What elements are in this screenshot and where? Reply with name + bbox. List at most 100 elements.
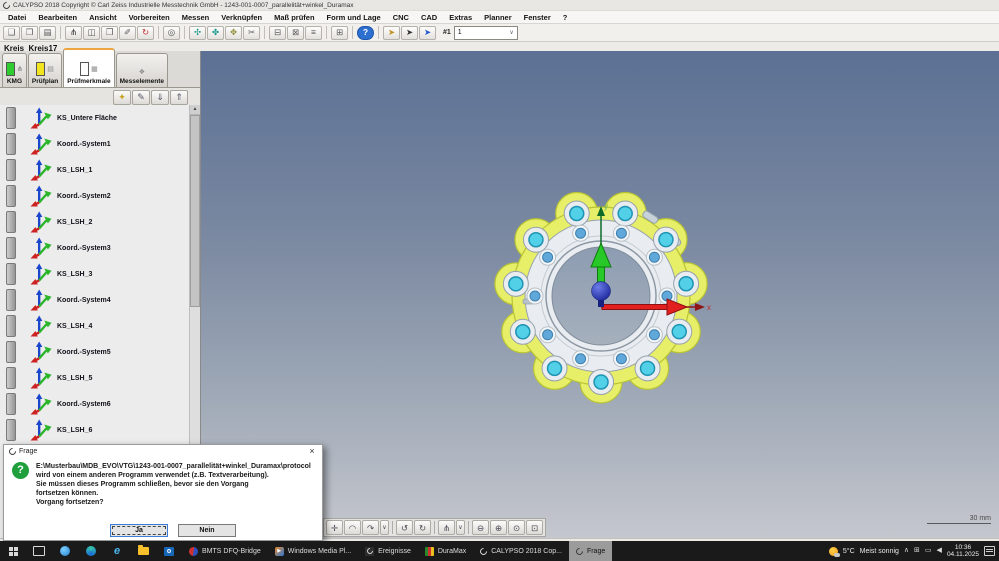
scroll-up-icon[interactable]: ▲ [190, 105, 200, 115]
weather-icon[interactable] [829, 547, 838, 556]
menu-datei[interactable]: Datei [2, 13, 32, 22]
copy-button[interactable]: ❐ [101, 26, 118, 40]
search-button[interactable]: ◎ [163, 26, 180, 40]
tab-strip: ⋔ KMG ▤ Prüfplan ▦ Prüfmerkmale ❖ Messel… [0, 51, 200, 88]
device-button[interactable]: ⊞ [331, 26, 348, 40]
menu-cad[interactable]: CAD [415, 13, 443, 22]
dialog-titlebar[interactable]: Frage × [4, 445, 322, 458]
ereignisse-icon [365, 547, 374, 556]
tab-messelemente[interactable]: ❖ Messelemente [116, 53, 168, 87]
link-a-button[interactable]: ✣ [189, 26, 206, 40]
zoom-fit-button[interactable]: ⊡ [526, 520, 543, 535]
menu-vorbereiten[interactable]: Vorbereiten [123, 13, 176, 22]
taskbar-app-wmp[interactable]: ▶ Windows Media Pl... [268, 541, 358, 561]
start-button[interactable] [0, 541, 26, 561]
menu-fenster[interactable]: Fenster [518, 13, 557, 22]
menu-bearbeiten[interactable]: Bearbeiten [32, 13, 83, 22]
action-center-icon[interactable] [984, 546, 995, 556]
tray-chat-icon[interactable]: ▭ [925, 547, 932, 555]
coordinate-system-icon [30, 211, 52, 233]
save-button[interactable]: ▤ [39, 26, 56, 40]
print-button[interactable]: ⊟ [269, 26, 286, 40]
menu-verknuepfen[interactable]: Verknüpfen [215, 13, 268, 22]
menu-cnc[interactable]: CNC [387, 13, 415, 22]
tree-item[interactable]: Koord.-System3 [0, 235, 190, 261]
close-icon[interactable]: × [307, 447, 317, 456]
tab-pruefplan[interactable]: ▤ Prüfplan [28, 53, 62, 87]
pen-button[interactable]: ✐ [119, 26, 136, 40]
run-gold-button[interactable]: ➤ [383, 26, 400, 40]
tray-clock[interactable]: 10:36 04.11.2025 [947, 544, 979, 558]
tree-item[interactable]: KS_Untere Fläche [0, 105, 190, 131]
tree-item[interactable]: KS_LSH_6 [0, 417, 190, 443]
run-selector-dropdown[interactable]: 1 ∨ [454, 26, 518, 40]
taskbar-app-ereignisse[interactable]: Ereignisse [358, 541, 418, 561]
ja-button[interactable]: Ja [110, 524, 168, 537]
report-button[interactable]: ≡ [305, 26, 322, 40]
taskbar-app-calypso[interactable]: CALYPSO 2018 Cop... [473, 541, 569, 561]
file-explorer-button[interactable] [130, 541, 156, 561]
edge-button[interactable] [78, 541, 104, 561]
menu-form-und-lage[interactable]: Form und Lage [321, 13, 387, 22]
probe-rack-button[interactable]: ⋔ [65, 26, 82, 40]
taskbar-app-duramax[interactable]: DuraMax [418, 541, 473, 561]
zoom-window-button[interactable]: ⊙ [508, 520, 525, 535]
tree-item[interactable]: Koord.-System6 [0, 391, 190, 417]
pinned-app-button[interactable] [52, 541, 78, 561]
tray-grid-icon[interactable]: ⊞ [914, 547, 920, 555]
menu-mass-pruefen[interactable]: Maß prüfen [268, 13, 320, 22]
feature-button[interactable]: ✦ [113, 90, 131, 105]
cut-button[interactable]: ✂ [243, 26, 260, 40]
tray-speaker-icon[interactable]: ◀ [937, 547, 942, 555]
menu-hilfe[interactable]: ? [557, 13, 574, 22]
drag-handle-icon [6, 419, 16, 441]
tree-item[interactable]: KS_LSH_5 [0, 365, 190, 391]
link-b-button[interactable]: ✤ [207, 26, 224, 40]
taskbar-app-bmts[interactable]: BMTS DFQ-Bridge [182, 541, 268, 561]
edit-button[interactable]: ✎ [132, 90, 150, 105]
pan-button[interactable]: ✛ [326, 520, 343, 535]
reset-rotate-button[interactable]: ↻ [137, 26, 154, 40]
orbit-dropdown-icon[interactable]: ∨ [380, 520, 389, 535]
run-dark-button[interactable]: ➤ [401, 26, 418, 40]
outlook-button[interactable]: o [156, 541, 182, 561]
open-button[interactable]: ❒ [21, 26, 38, 40]
zoom-out-button[interactable]: ⊖ [472, 520, 489, 535]
grab-button[interactable]: ◠ [344, 520, 361, 535]
tray-expand-icon[interactable]: ∧ [904, 547, 909, 555]
tree-item[interactable]: KS_LSH_2 [0, 209, 190, 235]
tree-item[interactable]: KS_LSH_1 [0, 157, 190, 183]
tree-item[interactable]: Koord.-System4 [0, 287, 190, 313]
menu-planner[interactable]: Planner [478, 13, 518, 22]
link-c-button[interactable]: ✥ [225, 26, 242, 40]
tree-item[interactable]: KS_LSH_3 [0, 261, 190, 287]
run-blue-button[interactable]: ➤ [419, 26, 436, 40]
probe-dropdown-icon[interactable]: ∨ [456, 520, 465, 535]
zoom-in-button[interactable]: ⊕ [490, 520, 507, 535]
nein-button[interactable]: Nein [178, 524, 236, 537]
tab-kmg[interactable]: ⋔ KMG [2, 53, 27, 87]
stylus-button[interactable]: ◫ [83, 26, 100, 40]
scrollbar-thumb[interactable] [190, 115, 200, 307]
move-up-button[interactable]: ⇑ [170, 90, 188, 105]
tree-item[interactable]: Koord.-System2 [0, 183, 190, 209]
delete-button[interactable]: ⊠ [287, 26, 304, 40]
tab-pruefmerkmale[interactable]: ▦ Prüfmerkmale [63, 48, 114, 87]
probe-view-button[interactable]: ⋔ [438, 520, 455, 535]
menu-ansicht[interactable]: Ansicht [83, 13, 123, 22]
rotate-right-button[interactable]: ↻ [414, 520, 431, 535]
internet-explorer-button[interactable]: e [104, 541, 130, 561]
taskbar-app-frage[interactable]: Frage [569, 541, 612, 561]
tree-item[interactable]: KS_LSH_4 [0, 313, 190, 339]
help-button[interactable]: ? [357, 26, 374, 40]
new-button[interactable]: ❑ [3, 26, 20, 40]
menu-messen[interactable]: Messen [176, 13, 216, 22]
orbit-button[interactable]: ↷ [362, 520, 379, 535]
menu-extras[interactable]: Extras [443, 13, 478, 22]
rotate-left-button[interactable]: ↺ [396, 520, 413, 535]
task-view-button[interactable] [26, 541, 52, 561]
move-down-button[interactable]: ⇓ [151, 90, 169, 105]
tree-item[interactable]: Koord.-System1 [0, 131, 190, 157]
pruefmerkmale-icon [80, 62, 89, 76]
tree-item[interactable]: Koord.-System5 [0, 339, 190, 365]
